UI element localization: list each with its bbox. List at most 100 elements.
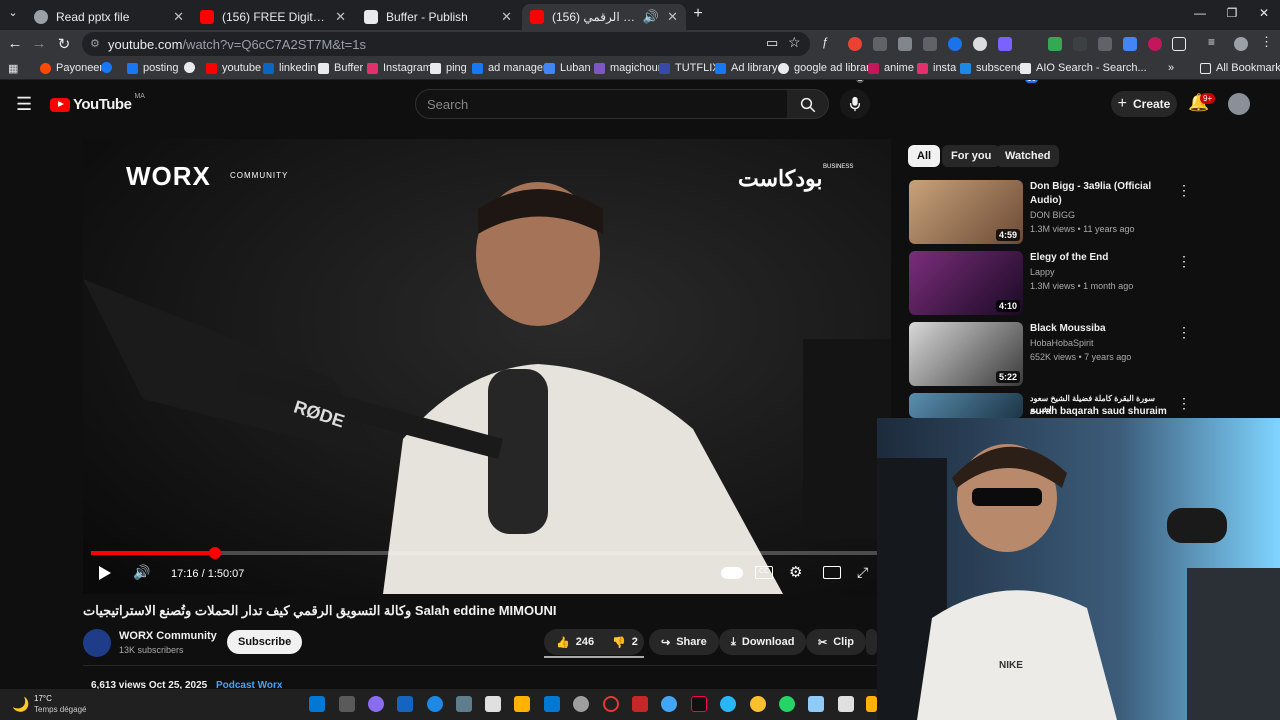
voice-search-button[interactable] xyxy=(840,89,870,119)
like-count[interactable]: 246 xyxy=(576,636,594,648)
recommendation-item[interactable]: 5:22 Black Moussiba HobaHobaSpirit 652K … xyxy=(909,322,1279,388)
recommendation-title[interactable]: Elegy of the End xyxy=(1030,251,1170,265)
extension-icon[interactable] xyxy=(1048,37,1062,51)
fullscreen-icon[interactable]: ⤢ xyxy=(857,564,868,581)
settings-gear-icon[interactable]: ⚙ xyxy=(789,563,802,581)
extension-icon[interactable] xyxy=(1098,37,1112,51)
autoplay-toggle[interactable] xyxy=(721,567,743,579)
tab-digital-marketing[interactable]: (156) FREE Digital Marketing Co ✕ xyxy=(192,4,354,30)
volume-icon[interactable]: 🔊 xyxy=(133,564,150,581)
recommendation-title[interactable]: Black Moussiba xyxy=(1030,322,1170,336)
thumbs-up-icon[interactable]: 👍 xyxy=(556,636,570,649)
chip-watched[interactable]: Watched xyxy=(996,145,1060,167)
bookmark-ad-library[interactable]: Ad library xyxy=(715,62,777,74)
bookmark-facebook[interactable] xyxy=(101,62,117,73)
recommendation-item[interactable]: سورة البقرة كاملة فضيلة الشيخ سعود الشري… xyxy=(909,393,1279,418)
address-bar[interactable]: ⚙ youtube.com/watch?v=Q6cC7A2ST7M&t=1s ▭… xyxy=(82,32,810,56)
bookmark-google-ad-library[interactable]: google ad library xyxy=(778,62,875,74)
tab-read-pptx[interactable]: Read pptx file ✕ xyxy=(26,4,192,30)
copilot-icon[interactable] xyxy=(368,696,384,712)
dislike-count[interactable]: 2 xyxy=(632,636,638,648)
taskbar-app-icon[interactable] xyxy=(632,696,648,712)
video-thumbnail[interactable]: 4:10 xyxy=(909,251,1023,315)
account-avatar[interactable] xyxy=(1228,93,1250,115)
recommendation-channel[interactable]: DON BIGG xyxy=(1030,210,1075,220)
video-thumbnail[interactable]: 4:59 xyxy=(909,180,1023,244)
restore-button[interactable]: ❐ xyxy=(1222,6,1242,20)
all-bookmarks-folder[interactable]: All Bookmarks xyxy=(1200,62,1280,74)
create-button[interactable]: + Create xyxy=(1111,91,1177,117)
channel-avatar[interactable] xyxy=(83,629,111,657)
bookmark-payoneer[interactable]: Payoneer xyxy=(40,62,103,74)
bookmark-google[interactable] xyxy=(184,62,200,73)
more-actions-icon[interactable]: ⋮ xyxy=(1177,182,1191,199)
hashtag-link[interactable]: Podcast Worx xyxy=(216,680,283,689)
tab-search-icon[interactable]: ⌄ xyxy=(4,6,22,19)
bookmark-instagram[interactable]: Instagram xyxy=(367,62,432,74)
close-icon[interactable]: ✕ xyxy=(667,9,678,25)
recommendation-subtitle[interactable]: surah baqarah saud shuraim xyxy=(1030,406,1170,418)
more-actions-icon[interactable]: ⋮ xyxy=(1177,324,1191,341)
new-tab-button[interactable]: + xyxy=(689,5,707,23)
whatsapp-icon[interactable] xyxy=(779,696,795,712)
extension-red-icon[interactable] xyxy=(848,37,862,51)
bookmark-aio-search[interactable]: AIO Search - Search... xyxy=(1020,62,1147,74)
close-icon[interactable]: ✕ xyxy=(173,9,184,25)
chip-for-you[interactable]: For you xyxy=(942,145,1001,167)
reload-button[interactable]: ↻ xyxy=(55,35,73,53)
fx-extension-icon[interactable]: ƒ xyxy=(822,35,836,49)
bookmark-insta[interactable]: insta xyxy=(917,62,956,74)
download-button[interactable]: ⤓ Download xyxy=(719,629,807,655)
bookmark-youtube[interactable]: youtube xyxy=(206,62,261,74)
chip-all[interactable]: All xyxy=(908,145,941,167)
bookmark-luban[interactable]: Luban xyxy=(544,62,591,74)
bookmark-posting[interactable]: posting xyxy=(127,62,178,74)
taskbar-app-icon[interactable] xyxy=(485,696,501,712)
taskbar-app-icon[interactable] xyxy=(427,696,443,712)
bookmark-anime[interactable]: anime xyxy=(868,62,914,74)
minimize-button[interactable]: — xyxy=(1190,6,1210,20)
bookmark-subscene[interactable]: subscene xyxy=(960,62,1023,74)
bookmark-ping[interactable]: ping xyxy=(430,62,467,74)
bookmark-tutflix[interactable]: TUTFLIX xyxy=(659,62,720,74)
extension-icon[interactable] xyxy=(1123,37,1137,51)
video-thumbnail[interactable]: 5:22 xyxy=(909,322,1023,386)
tiktok-icon[interactable] xyxy=(691,696,707,712)
recommendation-channel[interactable]: HobaHobaSpirit xyxy=(1030,338,1094,348)
mail-icon[interactable] xyxy=(544,696,560,712)
captions-icon[interactable]: CC xyxy=(755,566,773,579)
extension-icon[interactable] xyxy=(973,37,987,51)
notion-icon[interactable] xyxy=(838,696,854,712)
extension-icon[interactable] xyxy=(923,37,937,51)
youtube-logo[interactable]: YouTube MA xyxy=(50,93,145,113)
telegram-icon[interactable] xyxy=(720,696,736,712)
opera-icon[interactable] xyxy=(603,696,619,712)
close-icon[interactable]: ✕ xyxy=(335,9,346,25)
tab-youtube-active[interactable]: (156) وكالة التسويق الرقمي 🔊 ✕ xyxy=(522,4,686,30)
bookmark-magichour[interactable]: magichour xyxy=(594,62,661,74)
extension-icon[interactable] xyxy=(1073,37,1087,51)
search-button[interactable] xyxy=(787,89,829,119)
description-summary[interactable]: 6,613 views Oct 25, 2025 Podcast Worx xyxy=(91,680,282,689)
extension-icon[interactable] xyxy=(873,37,887,51)
chrome-icon[interactable] xyxy=(750,696,766,712)
extension-icon[interactable] xyxy=(898,37,912,51)
weather-temperature[interactable]: 17°C xyxy=(34,694,52,703)
cast-icon[interactable]: ▭ xyxy=(766,35,778,51)
extension-icon[interactable] xyxy=(998,37,1012,51)
back-button[interactable]: ← xyxy=(6,35,24,52)
more-actions-button[interactable] xyxy=(866,629,877,655)
profile-avatar[interactable] xyxy=(1234,37,1248,51)
thumbs-down-icon[interactable]: 👎 xyxy=(612,636,626,649)
taskbar-app-icon[interactable] xyxy=(866,696,877,712)
play-icon[interactable] xyxy=(99,566,111,580)
subscribe-button[interactable]: Subscribe xyxy=(227,630,303,654)
taskbar-app-icon[interactable] xyxy=(661,696,677,712)
recommendation-title[interactable]: Don Bigg - 3a9lia (Official Audio) xyxy=(1030,180,1170,208)
theater-mode-icon[interactable] xyxy=(823,566,841,579)
bookmarks-overflow-icon[interactable]: » xyxy=(1168,62,1174,74)
more-actions-icon[interactable]: ⋮ xyxy=(1177,395,1191,412)
taskbar-app-icon[interactable] xyxy=(808,696,824,712)
file-explorer-icon[interactable] xyxy=(514,696,530,712)
star-icon[interactable]: ☆ xyxy=(788,34,801,51)
